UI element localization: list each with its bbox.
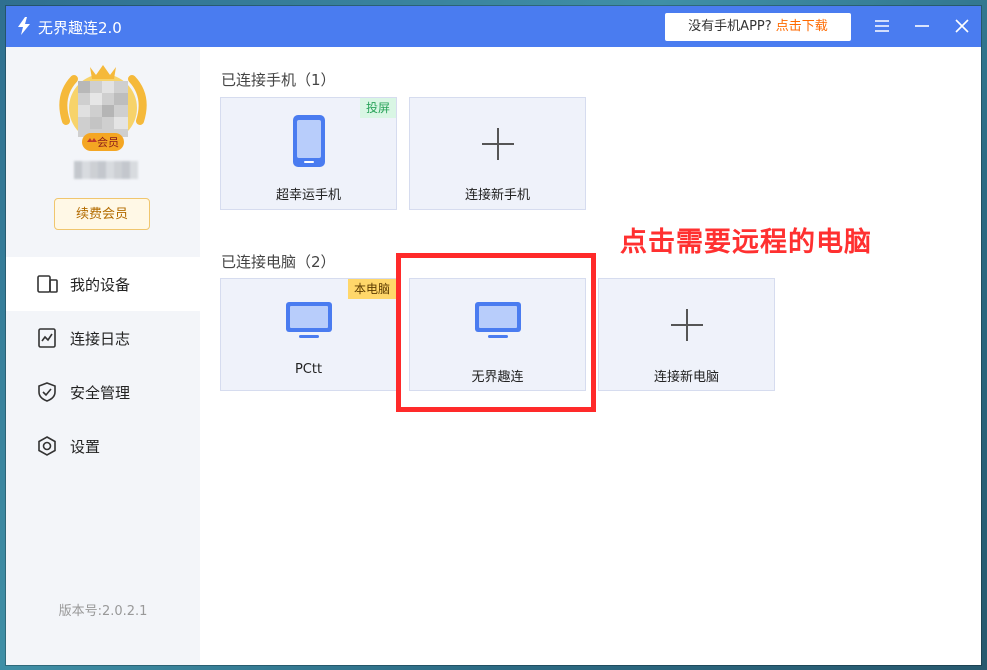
username-blurred bbox=[74, 161, 138, 179]
lightning-logo-icon bbox=[18, 17, 30, 35]
nav-label: 安全管理 bbox=[70, 384, 131, 402]
download-prompt: 没有手机APP? bbox=[688, 19, 772, 34]
member-badge-label: 会员 bbox=[97, 136, 119, 149]
nav-label: 设置 bbox=[70, 438, 101, 456]
menu-icon[interactable] bbox=[872, 16, 892, 36]
plus-icon bbox=[671, 309, 703, 341]
phone-card[interactable]: 投屏 超幸运手机 bbox=[220, 97, 397, 210]
connect-new-phone-label: 连接新手机 bbox=[464, 188, 530, 203]
nav-item-settings[interactable]: 设置 bbox=[6, 419, 200, 473]
plus-icon bbox=[482, 128, 514, 160]
title-bar[interactable]: 无界趣连2.0 没有手机APP? 点击下载 bbox=[6, 6, 981, 47]
renew-membership-button[interactable]: 续费会员 bbox=[54, 198, 150, 230]
nav-item-security[interactable]: 安全管理 bbox=[6, 365, 200, 419]
connect-new-computer-card[interactable]: 连接新电脑 bbox=[598, 278, 775, 391]
member-avatar-frame: 会员 bbox=[59, 65, 147, 151]
download-link[interactable]: 点击下载 bbox=[776, 19, 828, 34]
cast-badge: 投屏 bbox=[359, 98, 396, 118]
gear-icon bbox=[38, 436, 56, 456]
phone-name: 超幸运手机 bbox=[275, 188, 341, 203]
monitor-icon bbox=[286, 302, 332, 338]
nav-item-connection-log[interactable]: 连接日志 bbox=[6, 311, 200, 365]
annotation-text: 点击需要远程的电脑 bbox=[620, 227, 872, 258]
phones-section-title: 已连接手机（1） bbox=[221, 71, 336, 89]
computer-name: PCtt bbox=[294, 362, 323, 377]
device-icon bbox=[37, 275, 58, 293]
connect-new-computer-label: 连接新电脑 bbox=[653, 370, 719, 385]
close-icon[interactable] bbox=[952, 16, 972, 36]
download-app-button[interactable]: 没有手机APP? 点击下载 bbox=[665, 13, 851, 41]
avatar[interactable]: 会员 bbox=[56, 61, 150, 155]
annotation-highlight-box bbox=[396, 253, 596, 412]
minimize-icon[interactable] bbox=[912, 16, 932, 36]
nav-label: 连接日志 bbox=[70, 330, 131, 348]
shield-icon bbox=[38, 382, 56, 402]
nav-label: 我的设备 bbox=[70, 276, 131, 294]
app-title: 无界趣连2.0 bbox=[38, 19, 122, 37]
version-label: 版本号:2.0.2.1 bbox=[58, 604, 148, 619]
sidebar: 会员 续费会员 我的设备 连接日志 安全管理 设置 版本号:2.0.2.1 bbox=[6, 47, 200, 665]
computers-section-title: 已连接电脑（2） bbox=[221, 253, 336, 271]
phone-icon bbox=[293, 115, 325, 167]
this-computer-badge: 本电脑 bbox=[347, 279, 396, 299]
log-icon bbox=[38, 328, 56, 348]
connect-new-phone-card[interactable]: 连接新手机 bbox=[409, 97, 586, 210]
nav-item-my-devices[interactable]: 我的设备 bbox=[6, 257, 200, 311]
computer-card-pctt[interactable]: 本电脑 PCtt bbox=[220, 278, 397, 391]
